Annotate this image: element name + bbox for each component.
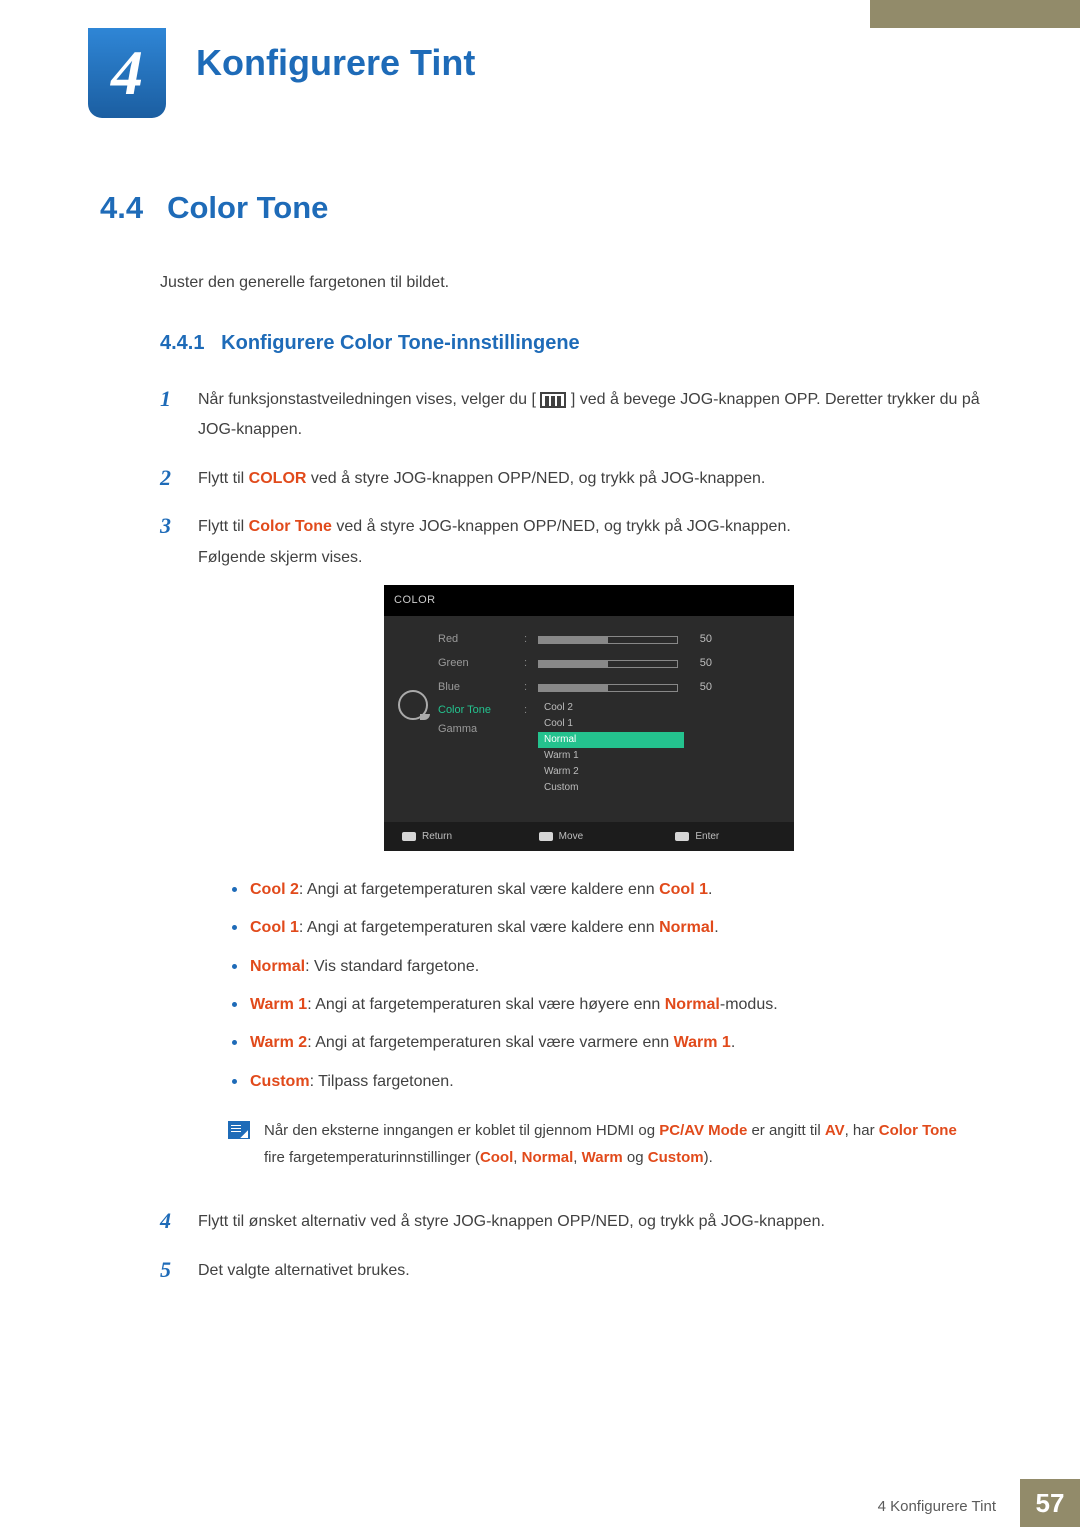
osd-slider	[538, 660, 678, 668]
opt-warm1: Warm 1: Angi at fargetemperaturen skal v…	[228, 990, 980, 1020]
section-intro: Juster den generelle fargetonen til bild…	[160, 274, 980, 292]
note: Når den eksterne inngangen er koblet til…	[228, 1117, 980, 1171]
osd-value: 50	[686, 677, 712, 698]
osd-label: Color Tone	[438, 700, 516, 721]
osd-option-custom: Custom	[538, 780, 684, 796]
step-number: 4	[160, 1207, 178, 1237]
osd-title: COLOR	[384, 585, 794, 616]
osd-option-warm1: Warm 1	[538, 748, 684, 764]
step-5: 5 Det valgte alternativet brukes.	[160, 1256, 980, 1286]
note-text: Når den eksterne inngangen er koblet til…	[264, 1117, 980, 1171]
step-text: Flytt til	[198, 518, 249, 535]
osd-label: Gamma	[438, 719, 516, 740]
osd-footer-enter: Enter	[695, 827, 719, 846]
option-definitions: Cool 2: Angi at fargetemperaturen skal v…	[228, 875, 980, 1097]
osd-option-cool2: Cool 2	[538, 700, 684, 716]
top-tab-decor	[870, 0, 1080, 28]
section-number: 4.4	[100, 190, 143, 226]
palette-icon	[398, 690, 428, 720]
step-number: 2	[160, 464, 178, 494]
highlight: COLOR	[249, 470, 307, 487]
highlight: Color Tone	[249, 518, 332, 535]
osd-row-red: Red : 50	[438, 628, 780, 652]
osd-slider	[538, 636, 678, 644]
section-heading: 4.4 Color Tone	[100, 190, 980, 226]
step-1: 1 Når funksjonstastveiledningen vises, v…	[160, 385, 980, 446]
opt-cool2: Cool 2: Angi at fargetemperaturen skal v…	[228, 875, 980, 905]
page-footer: 4 Konfigurere Tint 57	[0, 1479, 1080, 1527]
step-number: 5	[160, 1256, 178, 1286]
osd-option-normal: Normal	[538, 732, 684, 748]
osd-footer-move: Move	[559, 827, 583, 846]
step-2: 2 Flytt til COLOR ved å styre JOG-knappe…	[160, 464, 980, 494]
step-text: Flytt til	[198, 470, 249, 487]
osd-footer-return: Return	[422, 827, 452, 846]
opt-custom: Custom: Tilpass fargetonen.	[228, 1067, 980, 1097]
osd-footer: Return Move Enter	[384, 822, 794, 851]
step-text: Det valgte alternativet brukes.	[198, 1256, 980, 1286]
section-title: Color Tone	[167, 190, 328, 226]
osd-value: 50	[686, 629, 712, 650]
osd-slider	[538, 684, 678, 692]
page-number: 57	[1020, 1479, 1080, 1527]
subsection-heading: 4.4.1 Konfigurere Color Tone-innstilling…	[160, 332, 980, 355]
osd-label: Red	[438, 629, 516, 650]
osd-row-blue: Blue : 50	[438, 676, 780, 700]
osd-option-warm2: Warm 2	[538, 764, 684, 780]
step-text: ved å styre JOG-knappen OPP/NED, og tryk…	[306, 470, 765, 487]
step-text: Flytt til ønsket alternativ ved å styre …	[198, 1207, 980, 1237]
osd-row-green: Green : 50	[438, 652, 780, 676]
opt-normal: Normal: Vis standard fargetone.	[228, 952, 980, 982]
chapter-badge: 4	[88, 28, 166, 118]
step-text: Følgende skjerm vises.	[198, 549, 363, 566]
osd-label: Green	[438, 653, 516, 674]
opt-warm2: Warm 2: Angi at fargetemperaturen skal v…	[228, 1028, 980, 1058]
step-number: 3	[160, 512, 178, 1189]
enter-button-icon	[675, 832, 689, 841]
osd-value: 50	[686, 653, 712, 674]
osd-option-cool1: Cool 1	[538, 716, 684, 732]
step-3: 3 Flytt til Color Tone ved å styre JOG-k…	[160, 512, 980, 1189]
subsection-title: Konfigurere Color Tone-innstillingene	[221, 332, 580, 354]
note-icon	[228, 1121, 250, 1139]
step-number: 1	[160, 385, 178, 446]
opt-cool1: Cool 1: Angi at fargetemperaturen skal v…	[228, 913, 980, 943]
step-text: ved å styre JOG-knappen OPP/NED, og tryk…	[332, 518, 791, 535]
osd-label: Blue	[438, 677, 516, 698]
step-4: 4 Flytt til ønsket alternativ ved å styr…	[160, 1207, 980, 1237]
subsection-number: 4.4.1	[160, 332, 204, 354]
move-button-icon	[539, 832, 553, 841]
chapter-title: Konfigurere Tint	[196, 42, 475, 84]
step-text: Når funksjonstastveiledningen vises, vel…	[198, 391, 536, 408]
footer-chapter-ref: 4 Konfigurere Tint	[878, 1498, 996, 1515]
menu-bars-icon	[540, 392, 566, 408]
return-button-icon	[402, 832, 416, 841]
osd-screenshot: COLOR Red : 50 Green	[384, 585, 794, 851]
chapter-number: 4	[111, 36, 143, 110]
osd-dropdown: Cool 2 Cool 1 Normal Warm 1 Warm 2 Custo…	[538, 700, 684, 796]
